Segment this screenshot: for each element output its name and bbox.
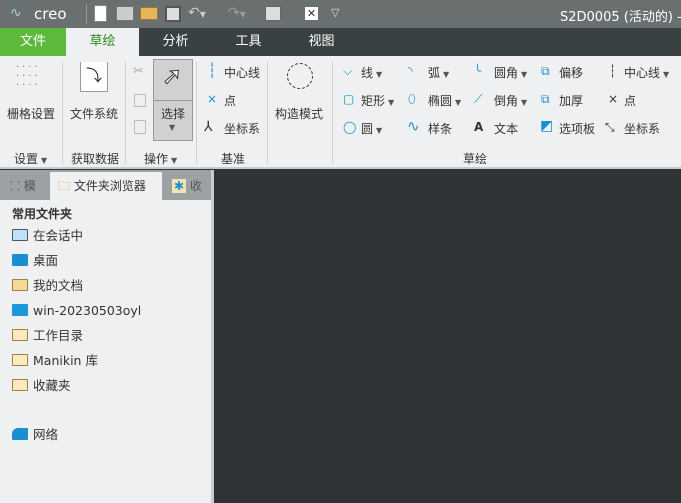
open-icon[interactable] bbox=[140, 7, 158, 20]
list-item-network[interactable]: 网络 bbox=[12, 425, 58, 445]
list-item-manikin-library[interactable]: Manikin 库 bbox=[12, 351, 98, 371]
sketch-centerline-button[interactable]: 中心线 ▼ bbox=[624, 64, 669, 81]
grid-settings-button[interactable]: 栅格设置 bbox=[7, 105, 55, 122]
centerline-icon: ┆ bbox=[609, 64, 617, 78]
chamfer-button[interactable]: 倒角 ▼ bbox=[494, 92, 527, 109]
arc-icon: ◝ bbox=[408, 64, 413, 78]
print-icon[interactable] bbox=[116, 6, 134, 21]
ellipse-icon: ⬯ bbox=[408, 92, 416, 106]
select-button[interactable]: ➚ 选择 ▼ bbox=[153, 59, 193, 141]
customize-icon[interactable]: ▽ bbox=[331, 6, 339, 19]
cursor-icon: ➚ bbox=[161, 62, 183, 91]
tab-folder-browser[interactable]: 🗀 文件夹浏览器 bbox=[50, 172, 162, 200]
app-logo: creo bbox=[34, 5, 67, 23]
setup-group[interactable]: 设置 ▼ bbox=[14, 150, 47, 167]
csys-icon: ⤡ bbox=[605, 120, 615, 134]
get-data-group: 获取数据 bbox=[71, 152, 120, 166]
computer-icon bbox=[12, 304, 28, 316]
library-folder-icon bbox=[12, 354, 28, 366]
centerline-icon: ┆ bbox=[208, 63, 217, 79]
palette-icon: ◩ bbox=[540, 118, 554, 134]
copy-icon[interactable] bbox=[134, 94, 146, 107]
monitor-icon bbox=[12, 229, 28, 241]
text-icon: A bbox=[474, 120, 484, 134]
fillet-icon: ╰ bbox=[474, 64, 482, 78]
text-button[interactable]: 文本 bbox=[494, 120, 518, 137]
offset-icon: ⧉ bbox=[541, 64, 550, 78]
grid-icon: ···· ···· ···· bbox=[16, 62, 41, 91]
point-icon: × bbox=[207, 92, 218, 106]
file-system-icon: ⤵ bbox=[80, 62, 108, 92]
ellipse-button[interactable]: 椭圆 ▼ bbox=[428, 92, 461, 109]
working-folder-icon bbox=[12, 329, 28, 341]
rectangle-icon: ▢ bbox=[343, 92, 355, 106]
spline-button[interactable]: 样条 bbox=[428, 120, 452, 137]
thicken-button[interactable]: 加厚 bbox=[559, 92, 583, 109]
folders-icon: 🗀 bbox=[58, 179, 74, 193]
tab-tools[interactable]: 工具 bbox=[212, 28, 285, 56]
line-icon: ⌵ bbox=[343, 64, 353, 78]
circle-icon: ◯ bbox=[343, 120, 357, 134]
line-button[interactable]: 线 ▼ bbox=[361, 64, 382, 81]
construction-mode-icon bbox=[287, 63, 313, 89]
desktop-icon bbox=[12, 254, 28, 266]
save-icon[interactable] bbox=[165, 6, 181, 22]
list-item-in-session[interactable]: 在会话中 bbox=[12, 226, 83, 246]
model-tree-icon: ⸬ bbox=[10, 179, 24, 193]
datum-csys-button[interactable]: 坐标系 bbox=[224, 120, 260, 137]
datum-point-button[interactable]: 点 bbox=[224, 92, 236, 109]
tab-sketch[interactable]: 草绘 bbox=[66, 28, 139, 56]
tab-analysis[interactable]: 分析 bbox=[139, 28, 212, 56]
sketch-point-button[interactable]: 点 bbox=[624, 92, 636, 109]
tab-file[interactable]: 文件 bbox=[0, 28, 66, 56]
list-item-working-directory[interactable]: 工作目录 bbox=[12, 326, 83, 346]
undo-icon[interactable]: ↶▼ bbox=[188, 5, 206, 21]
redo-icon[interactable]: ↷▼ bbox=[228, 5, 246, 21]
paste-icon[interactable] bbox=[134, 120, 146, 134]
list-item-desktop[interactable]: 桌面 bbox=[12, 251, 58, 271]
network-icon bbox=[12, 428, 28, 440]
window-title: S2D0005 (活动的) - bbox=[560, 10, 681, 25]
palette-button[interactable]: 选项板 bbox=[559, 120, 595, 137]
datum-centerline-button[interactable]: 中心线 bbox=[224, 64, 260, 81]
arc-button[interactable]: 弧 ▼ bbox=[428, 64, 449, 81]
graphics-area[interactable] bbox=[214, 170, 681, 503]
chamfer-icon: ⟋ bbox=[474, 92, 483, 106]
sketch-csys-button[interactable]: 坐标系 bbox=[624, 120, 660, 137]
csys-icon: ⅄ bbox=[204, 119, 213, 135]
tab-view[interactable]: 视图 bbox=[285, 28, 358, 56]
creo-logo-icon: ∿ bbox=[10, 5, 22, 21]
operations-group[interactable]: 操作 ▼ bbox=[144, 150, 177, 167]
thicken-icon: ⧉ bbox=[541, 92, 550, 106]
chevron-down-icon: ▼ bbox=[169, 123, 176, 132]
cut-icon[interactable]: ✂ bbox=[133, 64, 144, 79]
favorites-icon: ✱ bbox=[172, 179, 187, 193]
tab-model-tree[interactable]: ⸬ 模 bbox=[0, 172, 49, 200]
construction-mode-button[interactable]: 构造模式 bbox=[275, 105, 323, 122]
circle-button[interactable]: 圆 ▼ bbox=[361, 120, 382, 137]
datum-group: 基准 bbox=[221, 152, 246, 166]
tab-favorites[interactable]: ✱ 收 bbox=[164, 172, 211, 200]
close-window-icon[interactable]: ✕ bbox=[305, 7, 318, 20]
list-item-favorites[interactable]: 收藏夹 bbox=[12, 376, 71, 396]
rectangle-button[interactable]: 矩形 ▼ bbox=[361, 92, 394, 109]
list-item-my-documents[interactable]: 我的文档 bbox=[12, 276, 83, 296]
title-bar: ∿ creo ↶▼ ↷▼ ✕ ▽ S2D0005 (活动的) - bbox=[0, 0, 681, 28]
favorites-folder-icon bbox=[12, 379, 28, 391]
point-icon: × bbox=[608, 92, 619, 106]
file-system-button[interactable]: 文件系统 bbox=[70, 105, 118, 122]
list-item-computer[interactable]: win-20230503oyl bbox=[12, 301, 141, 321]
new-icon[interactable] bbox=[94, 5, 107, 22]
spline-icon: ∿ bbox=[407, 117, 420, 135]
ribbon-tabs: 文件 草绘 分析 工具 视图 bbox=[0, 28, 681, 56]
windows-icon[interactable] bbox=[265, 6, 281, 21]
common-folders-heading: 常用文件夹 bbox=[12, 207, 73, 221]
offset-button[interactable]: 偏移 bbox=[559, 64, 583, 81]
fillet-button[interactable]: 圆角 ▼ bbox=[494, 64, 527, 81]
sketching-group: 草绘 bbox=[463, 152, 488, 166]
documents-icon bbox=[12, 279, 28, 291]
panel-tabs: ⸬ 模 🗀 文件夹浏览器 ✱ 收 bbox=[0, 170, 211, 200]
